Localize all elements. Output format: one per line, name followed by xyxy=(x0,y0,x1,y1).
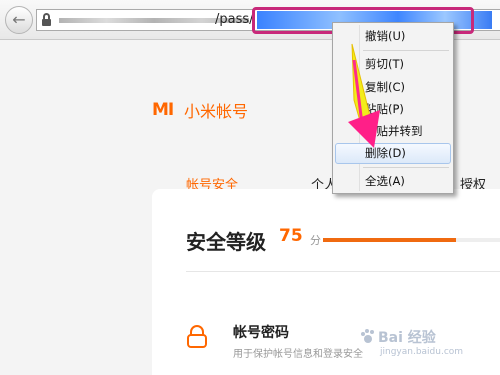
security-level-title: 安全等级 xyxy=(186,230,266,254)
brand-header: MI 小米帐号 xyxy=(152,98,248,122)
paw-icon xyxy=(361,329,374,343)
back-arrow-icon: ← xyxy=(12,10,26,29)
padlock-icon xyxy=(187,325,207,348)
password-description: 用于保护帐号信息和登录安全 xyxy=(233,349,363,360)
back-button[interactable]: ← xyxy=(5,6,33,34)
lock-icon xyxy=(42,13,51,27)
brand-name: 小米帐号 xyxy=(184,102,249,121)
menu-separator xyxy=(363,167,449,168)
mi-logo[interactable]: MI xyxy=(152,101,174,119)
tab-caret-icon xyxy=(204,201,218,209)
security-score-unit: 分 xyxy=(310,234,321,247)
baidu-jingyan-watermark: Bai 经验 jingyan.baidu.com xyxy=(360,322,500,372)
security-progress-fill xyxy=(323,238,456,242)
watermark-title: Bai 经验 xyxy=(378,330,436,346)
divider xyxy=(186,271,500,272)
security-progress-bar xyxy=(323,238,500,242)
annotation-arrow-icon xyxy=(348,43,380,148)
security-score: 75 xyxy=(279,226,303,246)
watermark-url: jingyan.baidu.com xyxy=(380,347,464,357)
menu-item-select-all[interactable]: 全选(A) xyxy=(335,171,451,192)
password-title[interactable]: 帐号密码 xyxy=(233,322,289,342)
url-path: /pass/ xyxy=(215,12,254,27)
